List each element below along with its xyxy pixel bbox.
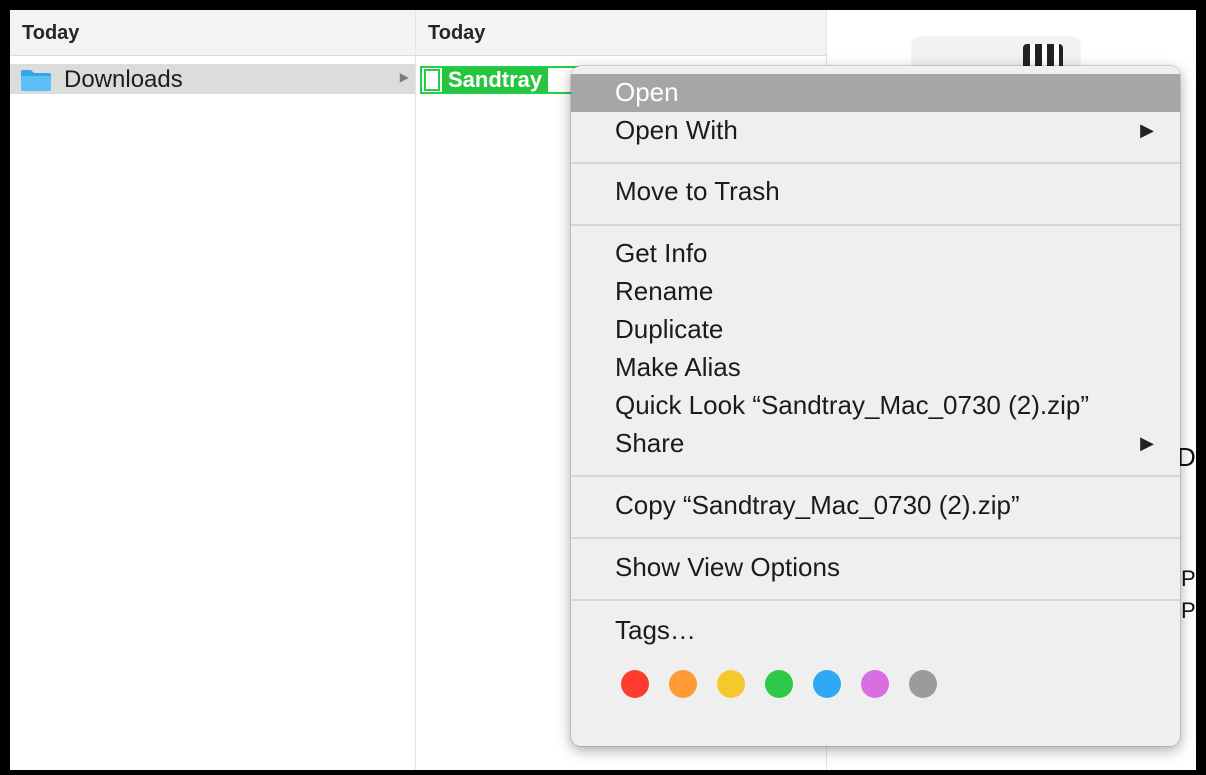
submenu-arrow-icon: ▶: [1140, 120, 1154, 140]
column-header: Today: [416, 10, 826, 56]
column-1: Today Downloads ▶: [10, 10, 416, 770]
menu-item-label: Open: [615, 77, 679, 107]
file-icon: [424, 69, 440, 91]
menu-item-label: Quick Look “Sandtray_Mac_0730 (2).zip”: [615, 390, 1090, 420]
preview-clipped-text: PM: [1181, 598, 1196, 623]
menu-item-tags[interactable]: Tags…: [571, 612, 1180, 650]
folder-row-downloads[interactable]: Downloads ▶: [10, 64, 415, 94]
tag-blue-dot[interactable]: [813, 670, 841, 698]
menu-item-make-alias[interactable]: Make Alias: [571, 349, 1180, 387]
tag-orange-dot[interactable]: [669, 670, 697, 698]
menu-item-duplicate[interactable]: Duplicate: [571, 311, 1180, 349]
folder-label: Downloads: [64, 66, 183, 93]
submenu-arrow-icon: ▶: [1140, 433, 1154, 453]
tag-gray-dot[interactable]: [909, 670, 937, 698]
file-rename-text[interactable]: Sandtray: [442, 68, 549, 92]
menu-item-quick-look[interactable]: Quick Look “Sandtray_Mac_0730 (2).zip”: [571, 387, 1180, 425]
tag-red-dot[interactable]: [621, 670, 649, 698]
menu-separator: [571, 599, 1180, 601]
menu-item-open[interactable]: Open: [571, 74, 1180, 112]
menu-separator: [571, 162, 1180, 164]
menu-item-label: Tags…: [615, 615, 696, 645]
tag-purple-dot[interactable]: [861, 670, 889, 698]
tag-yellow-dot[interactable]: [717, 670, 745, 698]
menu-item-share[interactable]: Share ▶: [571, 425, 1180, 463]
menu-item-label: Open With: [615, 115, 738, 145]
preview-clipped-text: PM: [1181, 566, 1196, 591]
column-header: Today: [10, 10, 415, 56]
menu-item-label: Get Info: [615, 238, 708, 268]
menu-item-label: Rename: [615, 276, 714, 306]
menu-item-label: Make Alias: [615, 352, 741, 382]
menu-item-label: Duplicate: [615, 314, 724, 344]
menu-item-rename[interactable]: Rename: [571, 273, 1180, 311]
menu-item-label: Show View Options: [615, 552, 840, 582]
menu-item-label: Share: [615, 428, 685, 458]
menu-item-copy[interactable]: Copy “Sandtray_Mac_0730 (2).zip”: [571, 487, 1180, 525]
menu-item-move-to-trash[interactable]: Move to Trash: [571, 173, 1180, 211]
menu-item-show-view-options[interactable]: Show View Options: [571, 549, 1180, 587]
menu-item-get-info[interactable]: Get Info: [571, 235, 1180, 273]
tag-green-dot[interactable]: [765, 670, 793, 698]
menu-separator: [571, 537, 1180, 539]
menu-separator: [571, 224, 1180, 226]
folder-icon: [21, 70, 51, 91]
menu-item-label: Move to Trash: [615, 176, 780, 206]
context-menu: Open Open With ▶ Move to Trash Get Info …: [571, 66, 1180, 746]
menu-item-label: Copy “Sandtray_Mac_0730 (2).zip”: [615, 490, 1020, 520]
menu-separator: [571, 475, 1180, 477]
menu-item-open-with[interactable]: Open With ▶: [571, 112, 1180, 150]
disclosure-arrow-icon: ▶: [399, 70, 409, 84]
